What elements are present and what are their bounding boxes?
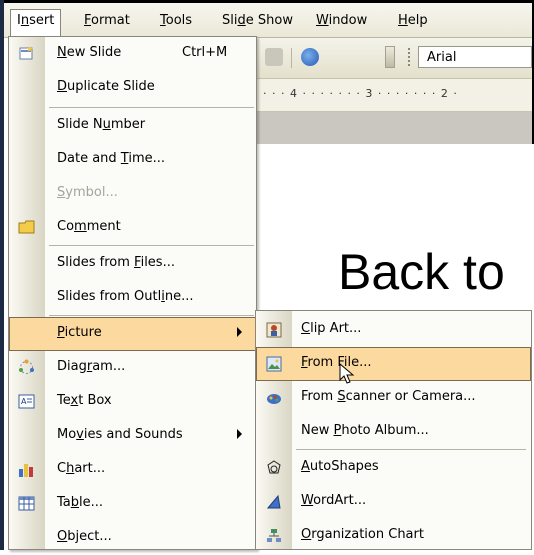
menu-item-label: ne... <box>164 289 194 304</box>
menu-label: sert <box>29 13 55 28</box>
font-name-input[interactable]: Arial <box>418 46 532 68</box>
menu-format[interactable]: Format <box>78 10 136 32</box>
table-icon <box>18 496 35 511</box>
menu-item-slides-from-files[interactable]: Slides from Files... <box>9 247 256 281</box>
menu-item-organization-chart[interactable]: Organization Chart <box>256 519 531 553</box>
picture-submenu: Clip Art... From File... From Scanner or… <box>255 310 532 550</box>
horizontal-ruler: · · · 4 · · · · · · · 3 · · · · · · · 2 … <box>255 79 532 112</box>
window-frame-left <box>0 0 4 550</box>
insert-menu-dropdown: New Slide Ctrl+M Duplicate Slide Slide N… <box>8 36 257 550</box>
menu-item-label: ordArt... <box>313 493 367 508</box>
menu-item-table[interactable]: Table... <box>9 487 256 521</box>
mouse-pointer-icon <box>339 363 355 384</box>
ruler-marks: · · · 4 · · · · · · · 3 · · · · · · · 2 … <box>263 87 458 100</box>
menu-item-slides-from-outline[interactable]: Slides from Outline... <box>9 281 256 315</box>
toolbar-grip <box>408 48 413 66</box>
menu-item-picture[interactable]: Picture <box>9 317 256 351</box>
submenu-arrow-icon <box>237 429 242 439</box>
autoshapes-icon <box>267 460 281 474</box>
text-box-icon: A <box>18 394 35 409</box>
comment-icon <box>18 220 35 234</box>
submenu-arrow-icon <box>237 327 242 337</box>
menu-tools[interactable]: Tools <box>154 10 198 32</box>
menu-item-duplicate-slide[interactable]: Duplicate Slide <box>9 71 256 105</box>
menu-item-label: bject... <box>67 529 112 544</box>
menu-item-autoshapes[interactable]: AutoShapes <box>256 451 531 485</box>
menu-item-movies-and-sounds[interactable]: Movies and Sounds <box>9 419 256 453</box>
menu-window[interactable]: Window <box>310 10 373 32</box>
menu-item-label: lip Art... <box>310 321 362 336</box>
menu-item-label: rganization Chart <box>311 527 424 542</box>
menu-item-label: utoShapes <box>309 459 379 474</box>
scanner-camera-icon <box>267 394 281 404</box>
menu-item-from-file[interactable]: From File... <box>256 347 531 381</box>
menu-item-label: ew Slide <box>66 45 122 60</box>
menu-slide-show[interactable]: Slide Show <box>216 10 299 32</box>
wordart-icon <box>266 494 281 509</box>
menu-item-chart[interactable]: Chart... <box>9 453 256 487</box>
shortcut-text: Ctrl+M <box>182 45 228 60</box>
menu-help[interactable]: Help <box>392 10 434 32</box>
menu-item-label: ymbol... <box>65 185 118 200</box>
menu-item-clip-art[interactable]: Clip Art... <box>256 313 531 347</box>
toolbar-overflow-chevron-icon[interactable] <box>385 46 395 68</box>
menu-item-label: le... <box>79 495 104 510</box>
new-slide-icon <box>19 46 33 60</box>
slide-pane-background <box>255 112 532 144</box>
menu-separator <box>49 245 254 246</box>
menu-item-label: ment <box>86 219 121 234</box>
menu-separator <box>49 315 254 316</box>
picture-from-file-icon <box>266 356 282 372</box>
formatting-toolbar: Arial <box>255 38 532 79</box>
menu-mnemonic: n <box>20 13 30 28</box>
menu-item-new-photo-album[interactable]: New Photo Album... <box>256 415 531 449</box>
diagram-icon <box>19 359 34 374</box>
menu-bar: Insert Format Tools Slide Show Window He… <box>4 3 532 40</box>
menu-item-slide-number[interactable]: Slide Number <box>9 109 256 143</box>
menu-item-label: am... <box>92 359 126 374</box>
menu-item-symbol: Symbol... <box>57 185 118 200</box>
menu-item-label: mber <box>110 117 146 132</box>
svg-text:A: A <box>21 397 27 406</box>
menu-item-label: uplicate Slide <box>67 79 155 94</box>
menu-item-label: canner or Camera... <box>345 389 476 404</box>
chart-icon <box>19 464 33 477</box>
menu-item-label: iles... <box>140 255 175 270</box>
people-icon[interactable] <box>265 48 283 66</box>
menu-item-label: ies and Sounds <box>83 427 183 442</box>
menu-item-date-and-time[interactable]: Date and Time... <box>9 143 256 177</box>
toolbar-separator <box>291 48 292 68</box>
menu-item-comment[interactable]: Comment <box>9 211 256 245</box>
menu-item-text-box[interactable]: A Text Box <box>9 385 256 419</box>
organization-chart-icon <box>267 529 281 542</box>
menu-item-label: icture <box>64 325 102 340</box>
clip-art-icon <box>266 322 282 338</box>
menu-item-label: art... <box>74 461 106 476</box>
menu-separator <box>296 449 526 450</box>
menu-item-label: ime... <box>128 151 166 166</box>
help-icon[interactable] <box>301 48 319 66</box>
menu-item-wordart[interactable]: WordArt... <box>256 485 531 519</box>
menu-item-label: hoto Album... <box>341 423 429 438</box>
slide-title-text[interactable]: Back to <box>338 243 505 301</box>
menu-separator <box>49 107 254 108</box>
menu-item-diagram[interactable]: Diagram... <box>9 351 256 385</box>
menu-item-from-scanner-or-camera[interactable]: From Scanner or Camera... <box>256 381 531 415</box>
menu-item-label: t Box <box>78 393 112 408</box>
menu-item-new-slide[interactable]: New Slide Ctrl+M <box>9 37 256 71</box>
